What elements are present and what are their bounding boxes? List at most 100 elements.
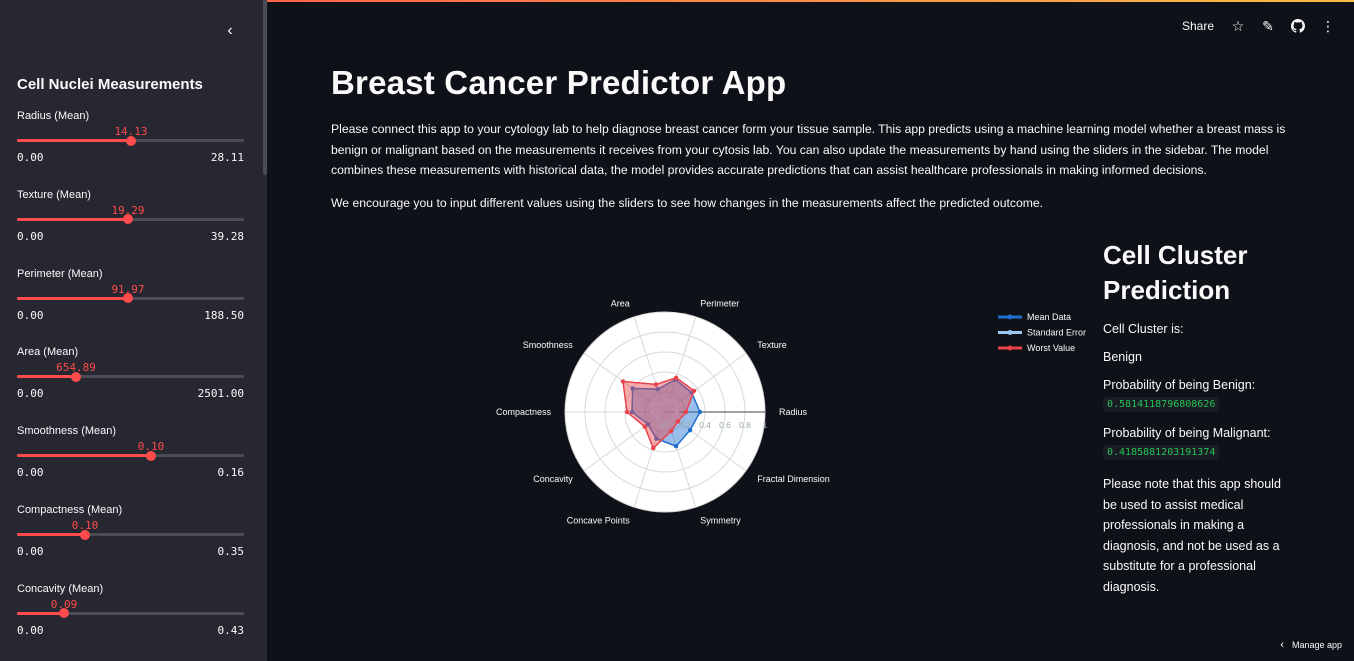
- radar-category-label: Fractal Dimension: [757, 474, 830, 484]
- radar-category-label: Perimeter: [700, 299, 739, 309]
- chevron-left-icon: ‹: [1280, 639, 1284, 651]
- radar-category-label: Compactness: [496, 407, 552, 417]
- radar-category-label: Radius: [779, 407, 808, 417]
- radar-category-label: Concave Points: [567, 515, 631, 525]
- slider-compactness-mean[interactable]: Compactness (Mean) 0.10 0.00 0.35: [17, 504, 244, 574]
- legend-entry: Mean Data: [1027, 312, 1071, 322]
- slider-track[interactable]: [17, 293, 244, 304]
- radar-point: [653, 382, 659, 387]
- slider-fill: [17, 611, 64, 615]
- sidebar-scrollbar[interactable]: [263, 0, 267, 175]
- slider-track[interactable]: [17, 608, 244, 619]
- slider-thumb[interactable]: [123, 214, 133, 225]
- radar-point: [651, 445, 656, 451]
- slider-fill: [17, 139, 131, 142]
- slider-track[interactable]: [17, 450, 244, 461]
- collapse-sidebar-chevron-icon[interactable]: ‹: [221, 22, 239, 40]
- more-menu-icon[interactable]: ⋮: [1320, 18, 1336, 34]
- slider-thumb[interactable]: [123, 293, 133, 304]
- radar-point: [673, 444, 679, 449]
- slider-track[interactable]: [17, 371, 244, 382]
- radar-point: [691, 388, 697, 394]
- slider-min: 0.00: [17, 466, 44, 480]
- slider-texture-mean[interactable]: Texture (Mean) 19.29 0.00 39.28: [17, 189, 244, 259]
- radar-point: [697, 409, 703, 415]
- slider-min: 0.00: [17, 387, 44, 401]
- slider-min: 0.00: [17, 308, 44, 322]
- intro-paragraph: Please connect this app to your cytology…: [331, 122, 1286, 177]
- cluster-value: Benign: [1103, 350, 1142, 364]
- disclaimer-note: Please note that this app should be used…: [1103, 477, 1281, 594]
- slider-max: 28.11: [210, 151, 244, 164]
- slider-thumb[interactable]: [71, 371, 81, 382]
- slider-area-mean[interactable]: Area (Mean) 654.89 0.00 2501.00: [17, 346, 244, 416]
- edit-pencil-icon[interactable]: ✎: [1260, 18, 1276, 34]
- slider-fill: [17, 375, 76, 379]
- sidebar: ‹ Cell Nuclei Measurements Radius (Mean)…: [0, 0, 267, 661]
- slider-max: 39.28: [210, 229, 244, 243]
- radar-chart[interactable]: 0 0.2 0.4 0.6 0.8 1 Radius Texture Perimeter Area…: [470, 285, 1100, 545]
- slider-max: 0.43: [217, 623, 245, 637]
- radar-point: [642, 424, 647, 429]
- radar-tick-label: 0.6: [719, 420, 731, 430]
- slider-thumb[interactable]: [146, 450, 156, 461]
- radar-tick-label: 0.8: [739, 420, 751, 430]
- legend-marker: [1007, 330, 1013, 335]
- radar-point: [673, 375, 679, 380]
- radar-point: [624, 409, 630, 415]
- radar-point: [620, 379, 626, 384]
- radar-category-label: Symmetry: [700, 515, 741, 525]
- encourage-paragraph: We encourage you to input different valu…: [331, 196, 1044, 210]
- slider-label: Smoothness (Mean): [17, 425, 117, 438]
- slider-label: Radius (Mean): [17, 110, 90, 122]
- slider-thumb[interactable]: [80, 529, 90, 540]
- manage-app-label: Manage app: [1291, 640, 1342, 650]
- legend-entry: Worst Value: [1027, 343, 1075, 353]
- slider-smoothness-mean[interactable]: Smoothness (Mean) 0.10 0.00 0.16: [17, 425, 244, 495]
- slider-fill: [17, 296, 128, 300]
- prediction-panel: Cell Cluster Prediction Cell Cluster is:…: [1103, 238, 1293, 597]
- slider-perimeter-mean[interactable]: Perimeter (Mean) 91.97 0.00 188.50: [17, 268, 244, 338]
- radar-tick-label: 0.2: [679, 420, 691, 430]
- slider-fill: [17, 217, 128, 221]
- slider-track[interactable]: [17, 135, 244, 146]
- slider-radius-mean[interactable]: Radius (Mean) 14.13 0.00 28.11: [17, 110, 244, 180]
- slider-max: 2501.00: [197, 387, 244, 401]
- radar-category-label: Texture: [757, 340, 787, 350]
- radar-tick-label: 0: [663, 420, 668, 430]
- radar-point: [683, 409, 689, 415]
- slider-label: Area (Mean): [17, 346, 79, 359]
- share-button[interactable]: Share: [1182, 19, 1214, 33]
- radar-category-label: Smoothness: [523, 340, 574, 350]
- manage-app-button[interactable]: ‹ Manage app: [1280, 639, 1342, 651]
- page-title: Breast Cancer Predictor App: [331, 64, 787, 101]
- header-actions: Share ☆ ✎ ⋮: [1182, 18, 1336, 34]
- slider-label: Compactness (Mean): [17, 504, 123, 516]
- slider-min: 0.00: [17, 151, 44, 164]
- cluster-label: Cell Cluster is:: [1103, 322, 1184, 336]
- radar-category-label: Concavity: [533, 474, 573, 484]
- sidebar-title: Cell Nuclei Measurements: [17, 76, 203, 93]
- prediction-title: Cell Cluster Prediction: [1103, 240, 1248, 305]
- slider-fill: [17, 454, 151, 458]
- slider-max: 188.50: [204, 308, 244, 322]
- legend-marker: [1007, 314, 1013, 320]
- slider-label: Concavity (Mean): [17, 582, 104, 595]
- star-icon[interactable]: ☆: [1230, 18, 1246, 34]
- slider-min: 0.00: [17, 229, 44, 243]
- legend-marker: [1007, 345, 1013, 351]
- benign-probability-value: 0.5814118796808626: [1103, 397, 1220, 412]
- radar-point: [668, 428, 674, 434]
- slider-concavity-mean[interactable]: Concavity (Mean) 0.09 0.00 0.43: [17, 583, 244, 653]
- slider-track[interactable]: [17, 529, 244, 540]
- slider-thumb[interactable]: [59, 608, 69, 619]
- malignant-probability-value: 0.4185881203191374: [1103, 445, 1220, 460]
- slider-thumb[interactable]: [126, 135, 136, 146]
- slider-label: Perimeter (Mean): [17, 267, 103, 280]
- slider-label: Texture (Mean): [17, 188, 91, 201]
- slider-max: 0.35: [217, 545, 245, 558]
- slider-fill: [17, 533, 85, 536]
- slider-track[interactable]: [17, 214, 244, 225]
- slider-min: 0.00: [17, 545, 44, 558]
- github-icon[interactable]: [1290, 18, 1306, 34]
